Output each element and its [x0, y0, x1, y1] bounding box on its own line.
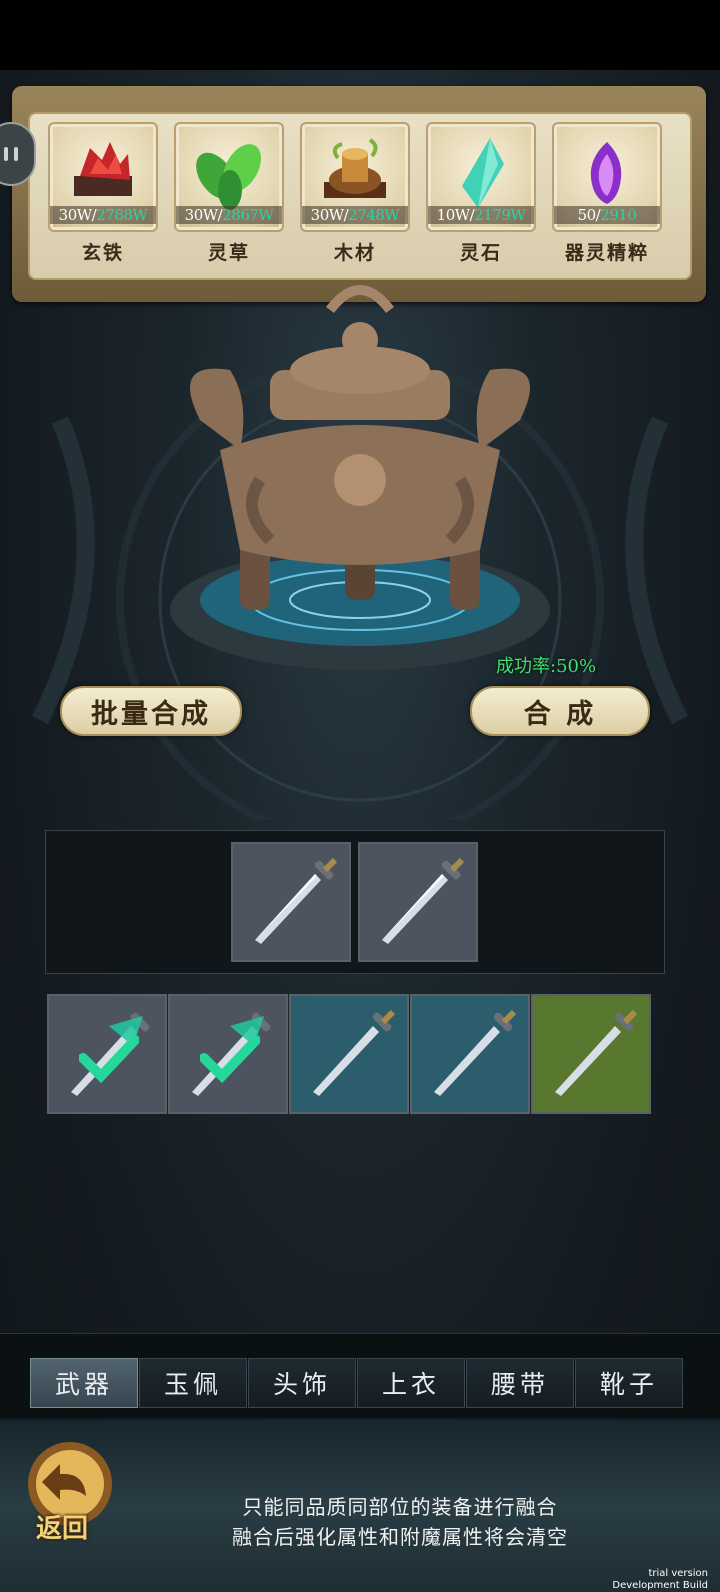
- resource-tile: 50/2910: [552, 122, 662, 232]
- resource-weapon-spirit-essence[interactable]: 50/2910 器灵精粹: [552, 122, 662, 265]
- tab-boots[interactable]: 靴子: [575, 1358, 683, 1408]
- pause-icon-bar: [14, 147, 18, 161]
- resource-spirit-stone[interactable]: 10W/2179W 灵石: [426, 122, 536, 265]
- watermark: trial version Development Build: [612, 1568, 708, 1592]
- tab-belt[interactable]: 腰带: [466, 1358, 574, 1408]
- hint-line-1: 只能同品质同部位的装备进行融合: [242, 1495, 558, 1519]
- sword-icon: [255, 857, 338, 944]
- fusion-slot-1[interactable]: [231, 842, 351, 962]
- inventory-item-2[interactable]: [168, 994, 288, 1114]
- success-rate-label: 成功率:50%: [496, 656, 597, 677]
- resource-count: 30W/2748W: [302, 206, 408, 224]
- resource-tile: 30W/2788W: [48, 122, 158, 232]
- tab-weapon[interactable]: 武器: [30, 1358, 138, 1408]
- side-menu-button[interactable]: [0, 122, 36, 186]
- resource-count: 50/2910: [554, 206, 660, 224]
- resource-black-iron[interactable]: 30W/2788W 玄铁: [48, 122, 158, 265]
- pause-icon: [4, 147, 8, 161]
- resource-name: 玄铁: [81, 242, 124, 264]
- batch-synthesize-button[interactable]: 批量合成: [60, 686, 242, 736]
- resource-tile: 30W/2748W: [300, 122, 410, 232]
- inventory-item-3[interactable]: [289, 994, 409, 1114]
- resource-tile: 30W/2867W: [174, 122, 284, 232]
- resource-name: 灵草: [207, 242, 250, 264]
- fusion-slot-2[interactable]: [358, 842, 478, 962]
- resource-name: 木材: [333, 242, 376, 264]
- status-bar: [0, 0, 720, 70]
- check-icon: [79, 1035, 139, 1084]
- resource-count: 10W/2179W: [428, 206, 534, 224]
- sword-icon: [313, 1009, 396, 1096]
- resource-panel: 30W/2788W 玄铁 30W/2867W 灵草 30W/2748W 木材 1…: [12, 86, 706, 302]
- hint-line-2: 融合后强化属性和附魔属性将会清空: [232, 1525, 568, 1549]
- sword-icon: [382, 857, 465, 944]
- inventory-item-4[interactable]: [410, 994, 530, 1114]
- synthesize-button[interactable]: 合 成: [470, 686, 650, 736]
- sword-icon: [434, 1009, 517, 1096]
- tab-headwear[interactable]: 头饰: [248, 1358, 356, 1408]
- inventory-item-5[interactable]: [531, 994, 651, 1114]
- watermark-line-1: trial version: [648, 1568, 708, 1579]
- resource-tile: 10W/2179W: [426, 122, 536, 232]
- fusion-slot-panel: [45, 830, 665, 974]
- tab-top[interactable]: 上衣: [357, 1358, 465, 1408]
- resource-name: 灵石: [459, 242, 502, 264]
- tab-jade-pendant[interactable]: 玉佩: [139, 1358, 247, 1408]
- resource-wood[interactable]: 30W/2748W 木材: [300, 122, 410, 265]
- resource-count: 30W/2788W: [50, 206, 156, 224]
- resource-spirit-herb[interactable]: 30W/2867W 灵草: [174, 122, 284, 265]
- check-icon: [200, 1035, 260, 1084]
- resource-name: 器灵精粹: [564, 242, 649, 264]
- back-label[interactable]: 返回: [36, 1508, 88, 1545]
- sword-icon: [555, 1009, 638, 1096]
- watermark-line-2: Development Build: [612, 1580, 708, 1591]
- resource-count: 30W/2867W: [176, 206, 282, 224]
- inventory-item-1[interactable]: [47, 994, 167, 1114]
